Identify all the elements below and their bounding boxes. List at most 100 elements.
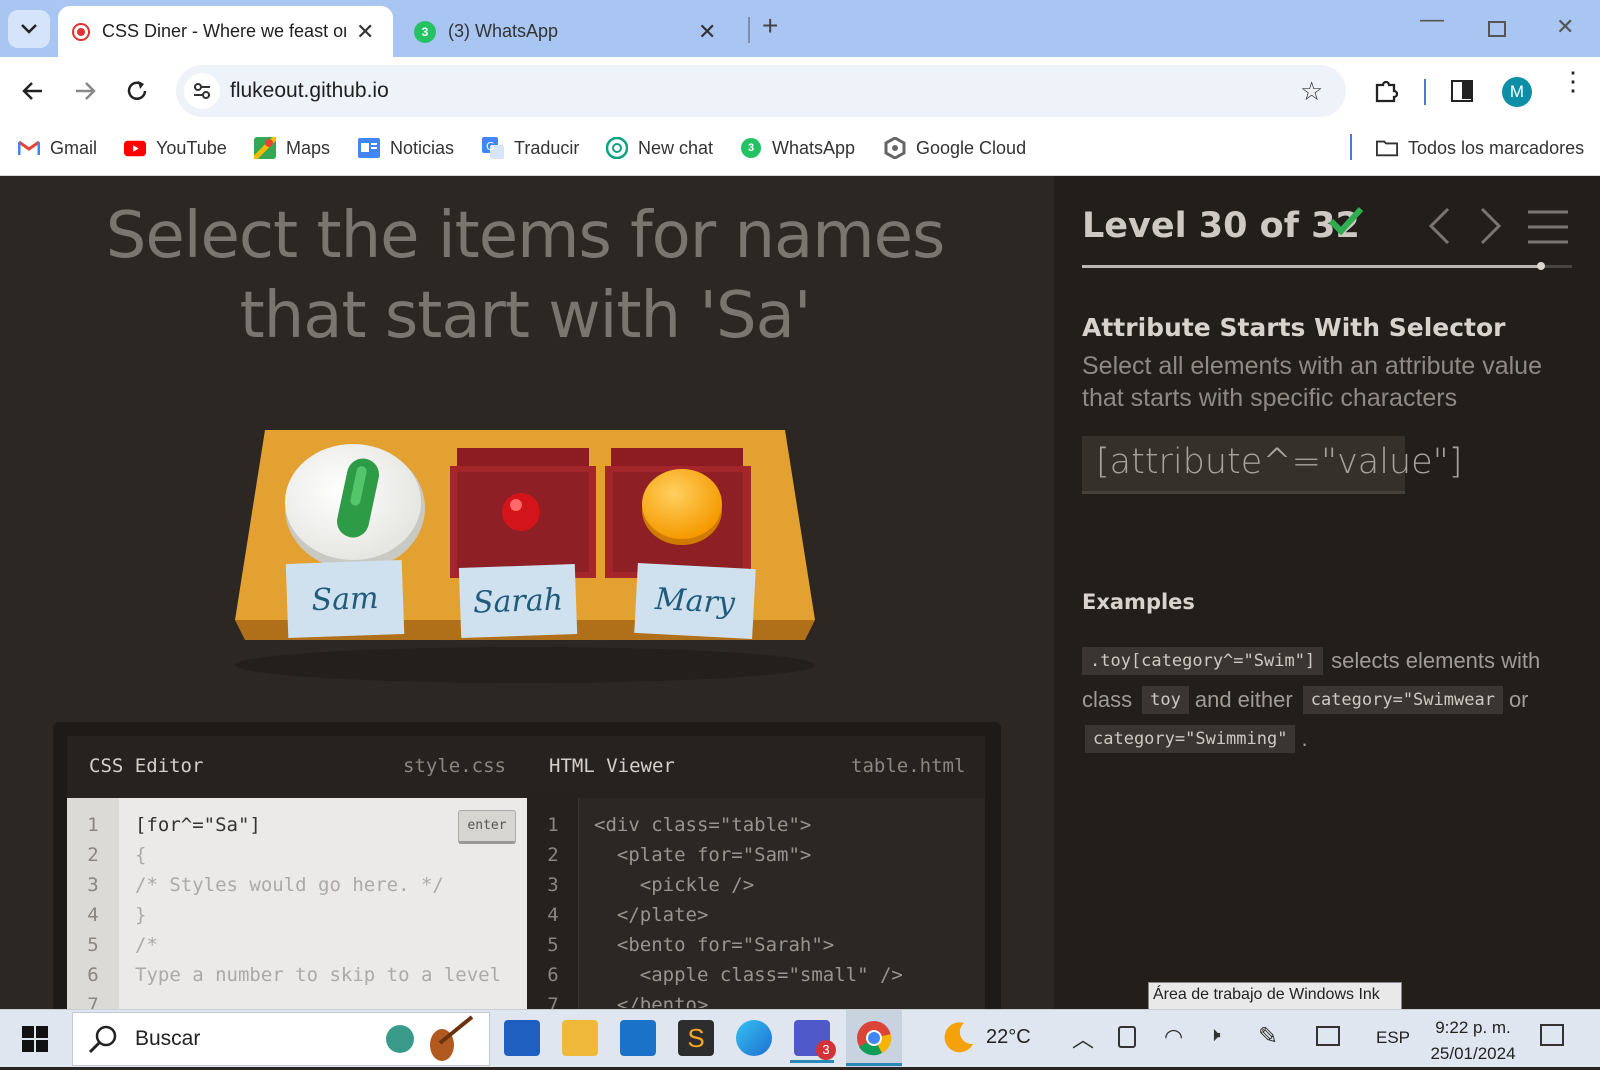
notification-center-icon[interactable] [1540, 1024, 1564, 1046]
enter-button[interactable]: enter [458, 810, 516, 844]
temperature[interactable]: 22°C [986, 1026, 1031, 1049]
file-explorer-icon[interactable] [562, 1020, 598, 1056]
previous-level-button[interactable] [1426, 206, 1452, 251]
all-bookmarks-button[interactable]: Todos los marcadores [1376, 133, 1584, 163]
name-tag-mary: Mary [634, 562, 756, 640]
line-number: 4 [87, 904, 99, 926]
code-line: /* [135, 934, 158, 956]
chrome-taskbar-button[interactable] [846, 1010, 902, 1067]
start-button[interactable] [22, 1026, 48, 1057]
tab-whatsapp[interactable]: 3 (3) WhatsApp ✕ [406, 6, 736, 57]
input-language[interactable]: ESP [1376, 1028, 1410, 1048]
bookmark-whatsapp[interactable]: 3 WhatsApp [740, 133, 855, 163]
html-filename: table.html [851, 755, 966, 777]
bookmark-noticias[interactable]: Noticias [358, 133, 454, 163]
code-line: </bento> [594, 994, 709, 1008]
example-code: toy [1142, 686, 1189, 714]
line-number: 6 [547, 964, 559, 986]
next-level-button[interactable] [1478, 206, 1504, 251]
close-tab-icon[interactable]: ✕ [356, 20, 374, 43]
line-number: 2 [87, 844, 99, 866]
minimize-button[interactable]: — [1420, 6, 1444, 34]
chevron-up-icon[interactable]: ︿ [1072, 1022, 1094, 1054]
chatgpt-icon [606, 137, 628, 159]
bookmark-star-icon[interactable]: ☆ [1300, 76, 1323, 107]
close-window-button[interactable]: ✕ [1556, 14, 1574, 40]
arrow-left-icon [22, 82, 42, 100]
sublime-text-icon[interactable]: S [678, 1020, 714, 1056]
whatsapp-icon: 3 [740, 137, 762, 159]
example-text: . [1301, 726, 1308, 751]
teams-icon[interactable]: 3 [794, 1020, 836, 1060]
example-text: class [1082, 687, 1133, 712]
close-tab-icon[interactable]: ✕ [698, 20, 716, 43]
bookmark-new-chat[interactable]: New chat [606, 133, 713, 163]
mail-icon[interactable] [620, 1020, 656, 1056]
tab-css-diner[interactable]: CSS Diner - Where we feast on CSS Select… [58, 6, 393, 57]
code-line: <bento for="Sarah"> [594, 934, 835, 956]
forward-button[interactable] [72, 78, 98, 109]
arrow-right-icon [76, 82, 96, 100]
reload-button[interactable] [124, 78, 150, 109]
tab-title: CSS Diner - Where we feast on CSS Select… [102, 21, 346, 41]
line-number: 6 [87, 964, 99, 986]
side-panel-button[interactable] [1451, 80, 1473, 102]
bookmark-maps[interactable]: Maps [254, 133, 330, 163]
example-text: or [1508, 687, 1529, 712]
line-number: 2 [547, 844, 559, 866]
url-text[interactable]: flukeout.github.io [230, 79, 389, 103]
system-clock[interactable]: 9:22 p. m. 25/01/2024 [1420, 1015, 1526, 1067]
profile-avatar[interactable]: M [1502, 77, 1532, 107]
moon-weather-icon [942, 1020, 976, 1059]
example-line: class toy and either category="Swimwear … [1082, 686, 1529, 714]
example-code: category="Swimwear [1302, 686, 1503, 714]
line-number: 3 [547, 874, 559, 896]
bookmark-traducir[interactable]: G Traducir [482, 133, 579, 163]
example-code: .toy[category^="Swim"] [1082, 647, 1324, 675]
pen-icon[interactable]: ✎ [1258, 1022, 1278, 1051]
store-icon[interactable] [504, 1020, 540, 1056]
bookmark-label: Traducir [514, 137, 580, 158]
level-menu-button[interactable] [1528, 210, 1568, 249]
volume-muted-icon[interactable]: 🕨 [1208, 1024, 1221, 1047]
tab-search-button[interactable] [8, 10, 50, 48]
html-line-numbers: 1 2 3 4 5 6 7 [527, 798, 579, 1028]
bookmark-label: Gmail [50, 137, 98, 158]
line-number: 5 [87, 934, 99, 956]
bookmark-google-cloud[interactable]: Google Cloud [884, 133, 1026, 163]
back-button[interactable] [20, 78, 46, 109]
tab-title: (3) WhatsApp [448, 21, 559, 41]
chevron-right-icon [1480, 207, 1502, 245]
svg-text:G: G [486, 140, 495, 153]
meet-now-icon[interactable] [1118, 1026, 1136, 1048]
bookmark-label: Maps [286, 137, 331, 158]
name-tag-sarah: Sarah [458, 563, 578, 639]
wifi-icon[interactable]: ◠ [1164, 1024, 1183, 1050]
example-text: selects elements with [1331, 648, 1541, 673]
examples-title: Examples [1082, 590, 1195, 614]
extensions-button[interactable] [1372, 77, 1400, 110]
bookmark-gmail[interactable]: Gmail [18, 133, 97, 163]
search-highlight-illustration [380, 1015, 480, 1070]
bookmark-label: YouTube [156, 137, 227, 158]
code-line: <div class="table"> [594, 814, 812, 836]
selector-title: Attribute Starts With Selector [1082, 313, 1506, 342]
selector-syntax: [attribute^="value"] [1082, 436, 1462, 494]
windows-ink-tooltip: Área de trabajo de Windows Ink [1148, 982, 1402, 1010]
css-filename: style.css [403, 755, 506, 777]
orange [642, 469, 722, 539]
site-info-button[interactable] [184, 73, 220, 109]
toolbar-divider [1424, 79, 1426, 105]
touch-keyboard-icon[interactable] [1316, 1026, 1340, 1046]
edge-icon[interactable] [736, 1020, 772, 1056]
new-tab-button[interactable]: + [762, 10, 778, 42]
menu-icon[interactable]: ⋮ [1560, 68, 1586, 94]
css-line-numbers: 1 2 3 4 5 6 7 [67, 798, 119, 1028]
bookmark-youtube[interactable]: YouTube [124, 133, 227, 163]
bookmark-label: Noticias [390, 137, 455, 158]
chevron-left-icon [1428, 207, 1450, 245]
youtube-icon [124, 137, 146, 159]
bookmarks-divider [1350, 134, 1352, 160]
reload-icon [127, 81, 147, 100]
restore-button[interactable] [1488, 21, 1506, 37]
